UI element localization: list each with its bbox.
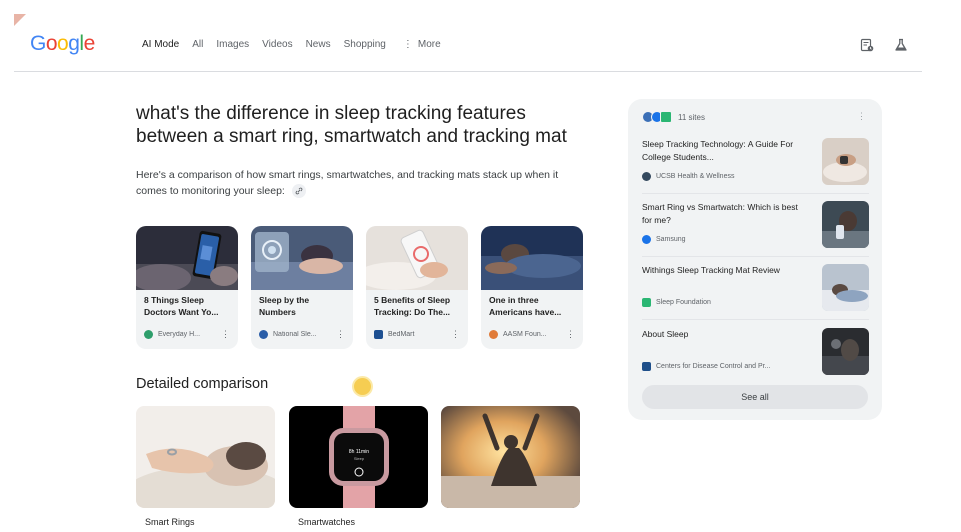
search-tabs: AI Mode All Images Videos News Shopping … — [142, 39, 454, 50]
source-site: Centers for Disease Control and Pr... — [642, 362, 770, 371]
tab-all[interactable]: All — [192, 39, 203, 50]
source-site: UCSB Health & Wellness — [642, 172, 734, 181]
card-source: Everyday H... ⋮ — [136, 322, 238, 340]
logo-letter: G — [30, 32, 46, 55]
comparison-smart-rings-image[interactable] — [136, 406, 275, 508]
tab-news[interactable]: News — [306, 39, 331, 50]
cursor-highlight — [354, 378, 371, 395]
comparison-tracking-mat-image[interactable] — [441, 406, 580, 508]
source-item[interactable]: Smart Ring vs Smartwatch: Which is best … — [642, 201, 869, 257]
query-heading: what's the difference in sleep tracking … — [136, 103, 567, 147]
card-title: 5 Benefits of Sleep Tracking: Do The... — [374, 295, 451, 317]
site-favicon-icon — [660, 111, 672, 123]
logo-letter: o — [45, 32, 58, 55]
source-thumbnail — [822, 138, 869, 185]
tab-ai-mode[interactable]: AI Mode — [142, 39, 179, 50]
card-image-sleeping-woman — [251, 226, 353, 290]
sources-panel: 11 sites ⋮ Sleep Tracking Technology: A … — [628, 99, 882, 420]
separator — [642, 256, 869, 257]
section-title: Detailed comparison — [136, 376, 269, 392]
source-name: AASM Foun... — [503, 331, 547, 338]
card-image-phone-bed — [136, 226, 238, 290]
source-cards: 8 Things Sleep Doctors Want Yo... Everyd… — [136, 226, 583, 349]
more-vert-icon[interactable]: ⋮ — [336, 329, 345, 340]
sources-header[interactable]: 11 sites — [642, 111, 705, 123]
source-site: Sleep Foundation — [642, 298, 711, 307]
national-sleep-favicon-icon — [259, 330, 268, 339]
tab-more[interactable]: ⋮ More — [403, 39, 441, 50]
sites-count: 11 sites — [678, 112, 705, 122]
tab-shopping[interactable]: Shopping — [344, 39, 386, 50]
source-card[interactable]: 5 Benefits of Sleep Tracking: Do The... … — [366, 226, 468, 349]
more-vert-icon[interactable]: ⋮ — [451, 329, 460, 340]
source-thumbnail — [822, 201, 869, 248]
labs-flask-icon[interactable] — [893, 37, 909, 53]
card-source: National Sle... ⋮ — [251, 322, 353, 340]
source-item[interactable]: Withings Sleep Tracking Mat Review Sleep… — [642, 264, 869, 320]
tab-images[interactable]: Images — [216, 39, 249, 50]
source-title: Sleep Tracking Technology: A Guide For C… — [642, 139, 794, 162]
comparison-label: Smart Rings — [145, 517, 195, 527]
header-divider — [14, 71, 922, 72]
card-title: 8 Things Sleep Doctors Want Yo... — [144, 295, 219, 317]
history-icon[interactable] — [859, 37, 875, 53]
cdc-favicon-icon — [642, 362, 651, 371]
everyday-health-favicon-icon — [144, 330, 153, 339]
card-title: One in three Americans have... — [489, 295, 562, 317]
watch-sleep-label: Sleep — [354, 456, 365, 461]
source-name: Samsung — [656, 236, 686, 243]
watch-sleep-duration: 8h 11min — [349, 449, 369, 455]
more-vert-icon[interactable]: ⋮ — [221, 329, 230, 340]
ucsb-favicon-icon — [642, 172, 651, 181]
source-name: Sleep Foundation — [656, 299, 711, 306]
more-vert-icon[interactable]: ⋮ — [857, 111, 866, 122]
card-image-phone-hand — [366, 226, 468, 290]
source-name: Centers for Disease Control and Pr... — [656, 363, 771, 370]
see-all-button[interactable]: See all — [642, 385, 868, 409]
aasm-favicon-icon — [489, 330, 498, 339]
corner-marker — [14, 14, 26, 26]
card-title: Sleep by the Numbers — [259, 295, 310, 317]
bedmart-favicon-icon — [374, 330, 383, 339]
more-vert-icon[interactable]: ⋮ — [566, 329, 575, 340]
source-item[interactable]: Sleep Tracking Technology: A Guide For C… — [642, 138, 869, 194]
search-results-page: Google AI Mode All Images Videos News Sh… — [0, 0, 961, 532]
logo-letter: o — [57, 32, 69, 55]
source-site: Samsung — [642, 235, 686, 244]
source-name: UCSB Health & Wellness — [656, 173, 735, 180]
google-logo[interactable]: Google — [30, 32, 95, 56]
source-item[interactable]: About Sleep Centers for Disease Control … — [642, 328, 869, 384]
source-card[interactable]: Sleep by the Numbers National Sle... ⋮ — [251, 226, 353, 349]
separator — [642, 319, 869, 320]
ai-intro-text: Here's a comparison of how smart rings, … — [136, 167, 591, 199]
comparison-label: Smartwatches — [298, 517, 356, 527]
source-card[interactable]: One in three Americans have... AASM Foun… — [481, 226, 583, 349]
header-actions — [859, 37, 909, 53]
intro-text: Here's a comparison of how smart rings, … — [136, 169, 559, 197]
source-title: Smart Ring vs Smartwatch: Which is best … — [642, 202, 798, 225]
sleep-foundation-favicon-icon — [642, 298, 651, 307]
link-icon[interactable] — [291, 184, 306, 199]
logo-letter: e — [83, 32, 96, 55]
separator — [642, 193, 869, 194]
source-thumbnail — [822, 264, 869, 311]
tab-videos[interactable]: Videos — [262, 39, 292, 50]
comparison-smartwatches-image[interactable]: 8h 11min Sleep — [289, 406, 428, 508]
card-image-sleeping-man — [481, 226, 583, 290]
source-title: Withings Sleep Tracking Mat Review — [642, 265, 780, 275]
source-name: National Sle... — [273, 331, 317, 338]
samsung-favicon-icon — [642, 235, 651, 244]
source-title: About Sleep — [642, 329, 689, 339]
source-thumbnail — [822, 328, 869, 375]
more-label: More — [417, 39, 441, 50]
card-source: BedMart ⋮ — [366, 322, 468, 340]
source-card[interactable]: 8 Things Sleep Doctors Want Yo... Everyd… — [136, 226, 238, 349]
source-name: Everyday H... — [158, 331, 201, 338]
card-source: AASM Foun... ⋮ — [481, 322, 583, 340]
logo-letter: g — [68, 32, 80, 55]
source-name: BedMart — [388, 331, 415, 338]
more-vert-icon: ⋮ — [402, 39, 413, 50]
